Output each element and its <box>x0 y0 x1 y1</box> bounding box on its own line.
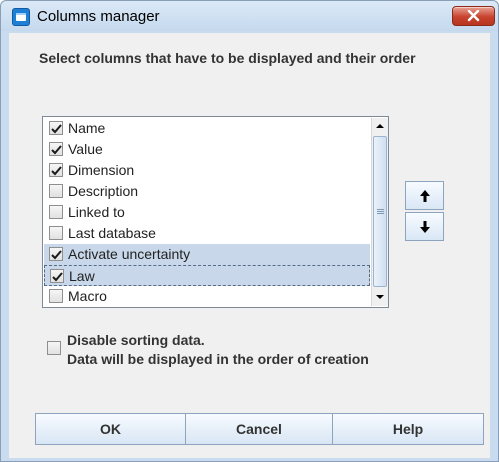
column-item[interactable]: Macro <box>44 286 370 307</box>
column-item-label: Description <box>68 183 139 199</box>
column-item[interactable]: Law <box>44 265 370 286</box>
column-checkbox[interactable] <box>49 184 63 198</box>
app-window-icon <box>12 8 30 26</box>
disable-sorting-checkbox[interactable] <box>47 341 61 355</box>
scroll-up-icon <box>376 124 384 128</box>
thumb-grip-line <box>377 209 384 210</box>
disable-sorting-description: Data will be displayed in the order of c… <box>67 351 369 367</box>
ok-button[interactable]: OK <box>35 413 186 445</box>
column-item-label: Last database <box>68 225 156 241</box>
column-checkbox[interactable] <box>49 142 63 156</box>
column-checkbox[interactable] <box>49 121 63 135</box>
column-item[interactable]: Dimension <box>44 160 370 181</box>
disable-sorting-label: Disable sorting data. <box>67 332 205 348</box>
column-checkbox[interactable] <box>49 205 63 219</box>
scroll-thumb[interactable] <box>373 136 387 287</box>
close-button[interactable] <box>452 6 495 26</box>
column-checkbox[interactable] <box>49 163 63 177</box>
column-item-label: Name <box>68 120 106 136</box>
arrow-down-icon <box>420 221 430 233</box>
column-item-label: Macro <box>68 288 107 304</box>
checkmark-icon <box>52 272 63 282</box>
column-item[interactable]: Last database <box>44 223 370 244</box>
column-item-label: Dimension <box>68 162 135 178</box>
instructions-heading: Select columns that have to be displayed… <box>39 50 416 66</box>
title-bar[interactable]: Columns manager <box>1 1 498 31</box>
column-checkbox[interactable] <box>50 269 64 283</box>
column-item-label: Value <box>68 141 103 157</box>
thumb-grip-line <box>377 211 384 212</box>
checkmark-icon <box>51 250 62 260</box>
help-button[interactable]: Help <box>332 413 484 445</box>
columns-list[interactable]: Name Value Dimension Description Linked to La… <box>42 116 389 308</box>
close-icon <box>467 10 480 22</box>
move-up-button[interactable] <box>405 181 444 210</box>
thumb-grip-line <box>377 213 384 214</box>
column-item-label: Linked to <box>68 204 125 220</box>
cancel-button[interactable]: Cancel <box>185 413 333 445</box>
column-item-label: Law <box>69 268 95 284</box>
checkmark-icon <box>51 124 62 134</box>
checkmark-icon <box>51 166 62 176</box>
column-item[interactable]: Activate uncertainty <box>44 244 370 265</box>
scroll-down-icon <box>376 295 384 299</box>
arrow-up-icon <box>420 190 430 202</box>
window-title: Columns manager <box>37 8 160 25</box>
column-item[interactable]: Description <box>44 181 370 202</box>
column-item[interactable]: Value <box>44 139 370 160</box>
list-scrollbar[interactable] <box>371 118 388 306</box>
column-item[interactable]: Name <box>44 118 370 139</box>
move-down-button[interactable] <box>405 212 444 241</box>
scroll-down-button[interactable] <box>372 289 388 306</box>
column-checkbox[interactable] <box>49 226 63 240</box>
column-item[interactable]: Linked to <box>44 202 370 223</box>
column-item-label: Activate uncertainty <box>68 246 191 262</box>
checkmark-icon <box>51 145 62 155</box>
scroll-up-button[interactable] <box>372 118 388 135</box>
column-checkbox[interactable] <box>49 289 63 303</box>
column-checkbox[interactable] <box>49 247 63 261</box>
